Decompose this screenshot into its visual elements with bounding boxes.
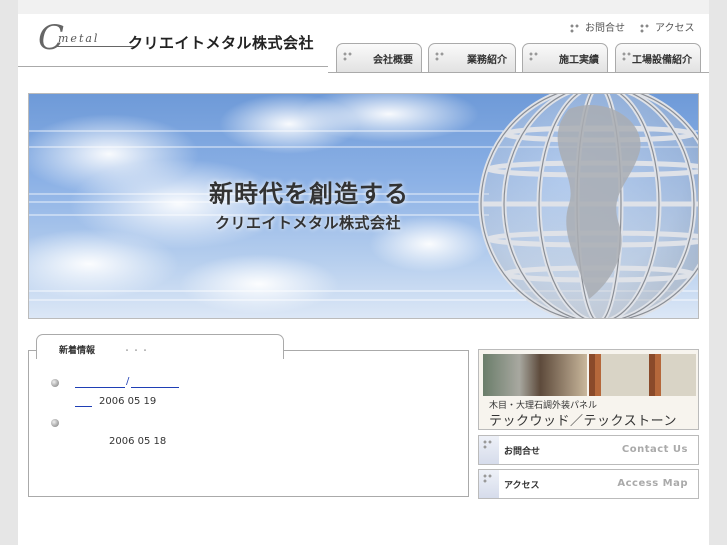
- tab-label: 工場設備紹介: [632, 55, 692, 66]
- dots-icon: [570, 23, 579, 33]
- tab-factory[interactable]: 工場設備紹介: [615, 43, 701, 72]
- promo-title: テックウッド／テックストーン: [489, 414, 677, 429]
- tab-works[interactable]: 施工実績: [522, 43, 608, 72]
- tab-label: 業務紹介: [467, 55, 507, 66]
- dots-icon: [622, 52, 631, 61]
- banner-tagline: 新時代を創造する: [209, 180, 409, 208]
- header-divider: [18, 66, 328, 67]
- news-link-underline: [131, 387, 179, 388]
- logo-underline: [56, 46, 136, 47]
- dots-icon: [435, 52, 444, 61]
- dots-icon: [343, 52, 352, 61]
- news-heading-dots: ・・・: [123, 346, 150, 355]
- contact-button[interactable]: お問合せ Contact Us: [478, 435, 699, 465]
- company-logo[interactable]: C metal: [38, 18, 138, 58]
- tab-label: 施工実績: [559, 55, 599, 66]
- bullet-icon: [51, 419, 59, 427]
- hero-banner: 新時代を創造する クリエイトメタル株式会社: [28, 93, 699, 319]
- news-link-underline: [75, 387, 125, 388]
- tab-company-overview[interactable]: 会社概要: [336, 43, 422, 72]
- dots-icon: [483, 440, 492, 449]
- page: C metal クリエイトメタル株式会社 お問合せ アクセス 会社概要 業務紹介…: [18, 0, 709, 545]
- company-name: クリエイトメタル株式会社: [128, 34, 315, 52]
- utility-link-access-label: アクセス: [655, 23, 695, 34]
- utility-link-contact[interactable]: お問合せ: [570, 19, 625, 34]
- news-date: 2006 05 19: [99, 396, 157, 407]
- access-button[interactable]: アクセス Access Map: [478, 469, 699, 499]
- promo-banner[interactable]: 木目・大理石調外装パネル テックウッド／テックストーン: [478, 349, 699, 430]
- banner-company-name: クリエイトメタル株式会社: [215, 214, 402, 232]
- news-link-slash: /: [126, 376, 130, 387]
- tab-label: 会社概要: [373, 55, 413, 66]
- contact-label-en: Contact Us: [621, 444, 688, 455]
- utility-link-access[interactable]: アクセス: [640, 19, 695, 34]
- promo-photo: [483, 354, 587, 396]
- dots-icon: [483, 474, 492, 483]
- globe-icon: [478, 94, 698, 318]
- access-label-jp: アクセス: [504, 481, 540, 491]
- dots-icon: [529, 52, 538, 61]
- utility-link-contact-label: お問合せ: [585, 23, 625, 34]
- news-heading-tab: 新着情報 ・・・: [36, 334, 284, 359]
- news-date: 2006 05 18: [109, 436, 167, 447]
- promo-photo: [589, 354, 696, 396]
- news-panel: / 2006 05 19 2006 05 18: [28, 350, 469, 497]
- button-side: [479, 436, 499, 464]
- tab-business[interactable]: 業務紹介: [428, 43, 516, 72]
- logo-word: metal: [58, 32, 100, 45]
- top-strip: [18, 0, 709, 14]
- access-label-en: Access Map: [617, 478, 688, 489]
- button-side: [479, 470, 499, 498]
- news-heading: 新着情報: [59, 346, 96, 356]
- contact-label-jp: お問合せ: [504, 447, 541, 457]
- bullet-icon: [51, 379, 59, 387]
- dots-icon: [640, 23, 649, 33]
- nav-divider: [328, 72, 709, 73]
- news-link-underline: [75, 406, 92, 407]
